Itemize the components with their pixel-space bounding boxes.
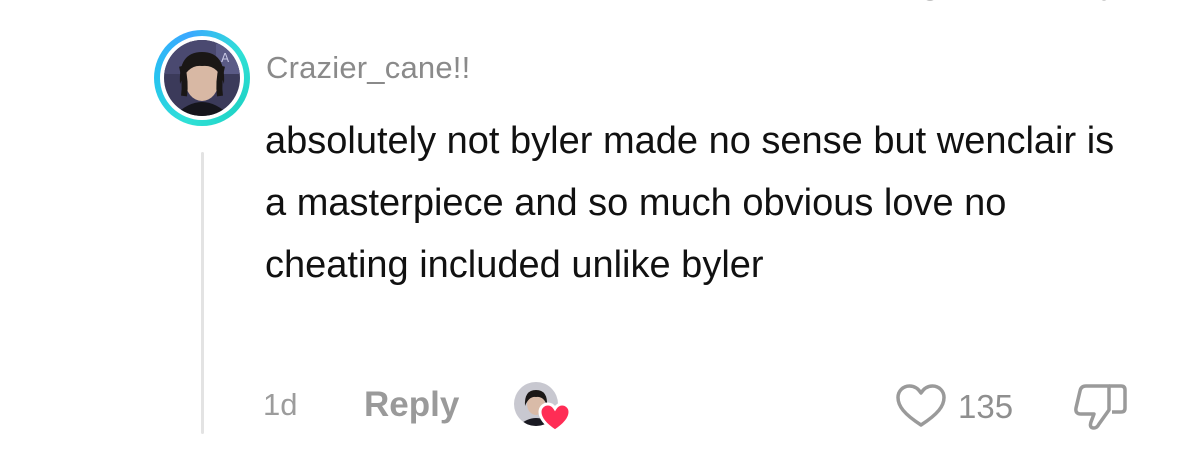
heart-filled-icon (538, 402, 572, 434)
reply-thread-line (201, 152, 204, 434)
thumbs-down-outline-icon (1074, 384, 1127, 430)
previous-comment-actions-clipped (0, 0, 1179, 6)
like-count: 135 (958, 388, 1014, 425)
dislike-button[interactable] (1072, 381, 1130, 431)
svg-text:A: A (221, 51, 230, 65)
like-button[interactable] (895, 383, 947, 429)
avatar[interactable]: A (154, 30, 250, 126)
creator-liked-badge (514, 382, 572, 434)
timestamp: 1d (263, 387, 298, 422)
heart-outline-icon (896, 384, 946, 427)
avatar-photo: A (164, 40, 240, 116)
reply-button[interactable]: Reply (364, 385, 459, 425)
comment-text: absolutely not byler made no sense but w… (265, 120, 1115, 286)
username[interactable]: Crazier_cane!! (266, 50, 470, 86)
